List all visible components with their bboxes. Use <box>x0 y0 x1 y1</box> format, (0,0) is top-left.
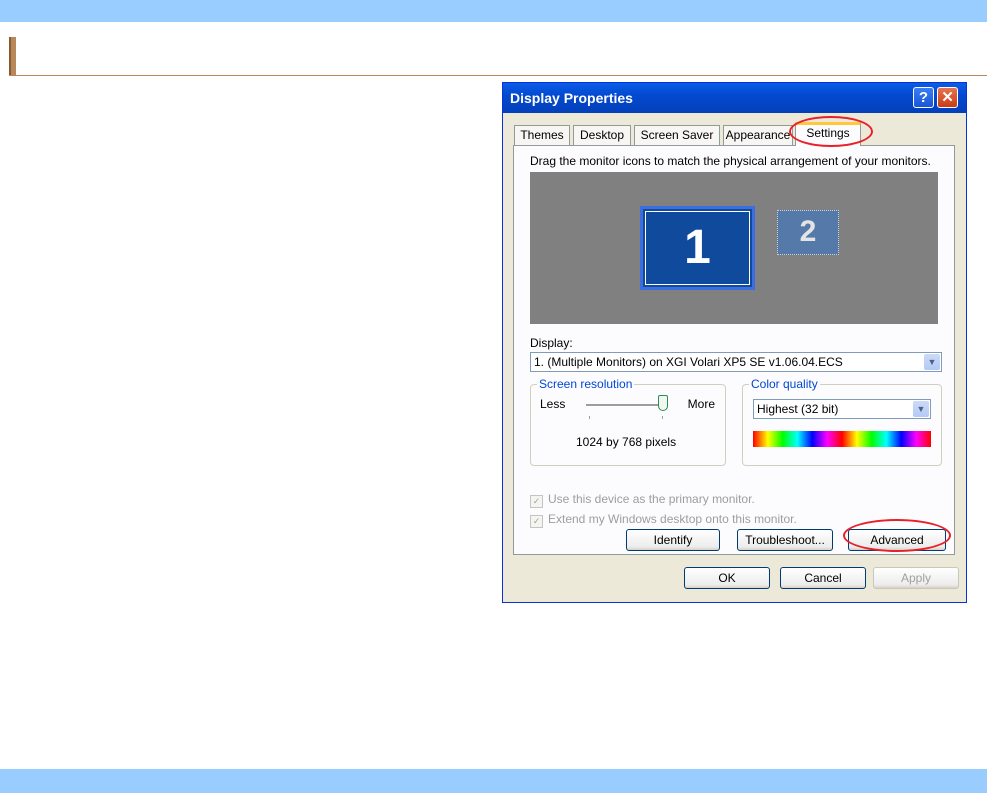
settings-panel: Drag the monitor icons to match the phys… <box>513 145 955 555</box>
tab-desktop[interactable]: Desktop <box>573 125 631 145</box>
tab-settings[interactable]: Settings <box>795 122 861 146</box>
resolution-slider-track[interactable] <box>586 404 668 407</box>
display-label: Display: <box>530 336 573 350</box>
title-bar[interactable]: Display Properties ? ✕ <box>503 83 966 113</box>
resolution-less-label: Less <box>540 397 566 411</box>
monitor-1-icon[interactable]: 1 <box>640 206 755 290</box>
tab-themes[interactable]: Themes <box>514 125 570 145</box>
monitor-arrangement-area: 1 2 <box>530 172 938 324</box>
resolution-slider-thumb[interactable] <box>658 395 668 411</box>
resolution-more-label: More <box>687 397 715 411</box>
monitor-instruction: Drag the monitor icons to match the phys… <box>530 154 931 168</box>
extend-desktop-label: Extend my Windows desktop onto this moni… <box>548 512 797 526</box>
color-quality-value: Highest (32 bit) <box>757 402 839 416</box>
display-select-value: 1. (Multiple Monitors) on XGI Volari XP5… <box>534 355 843 369</box>
slider-tick <box>662 416 663 419</box>
slider-tick <box>589 416 590 419</box>
monitor-2-icon[interactable]: 2 <box>777 210 839 255</box>
heading-rule <box>9 75 987 76</box>
identify-button[interactable]: Identify <box>626 529 720 551</box>
cancel-button[interactable]: Cancel <box>780 567 866 589</box>
color-quality-legend: Color quality <box>749 377 820 391</box>
troubleshoot-button[interactable]: Troubleshoot... <box>737 529 833 551</box>
resolution-value: 1024 by 768 pixels <box>576 435 677 449</box>
advanced-button[interactable]: Advanced <box>848 529 946 551</box>
display-properties-dialog: Display Properties ? ✕ Themes Desktop Sc… <box>502 82 967 603</box>
color-spectrum-preview <box>753 431 931 447</box>
close-button[interactable]: ✕ <box>937 87 958 108</box>
heading-marker <box>9 37 16 76</box>
display-select[interactable]: 1. (Multiple Monitors) on XGI Volari XP5… <box>530 352 942 372</box>
extend-desktop-checkbox-row[interactable]: ✓ Extend my Windows desktop onto this mon… <box>530 512 797 528</box>
color-quality-select[interactable]: Highest (32 bit) ▼ <box>753 399 931 419</box>
screen-resolution-group: Screen resolution Less More 1024 by 768 … <box>530 377 726 466</box>
help-button[interactable]: ? <box>913 87 934 108</box>
ok-button[interactable]: OK <box>684 567 770 589</box>
primary-monitor-checkbox-row[interactable]: ✓ Use this device as the primary monitor. <box>530 492 755 508</box>
primary-monitor-label: Use this device as the primary monitor. <box>548 492 755 506</box>
color-quality-group: Color quality Highest (32 bit) ▼ <box>742 377 942 466</box>
top-band <box>0 0 987 22</box>
dialog-title: Display Properties <box>510 90 633 106</box>
primary-monitor-checkbox[interactable]: ✓ <box>530 495 543 508</box>
extend-desktop-checkbox[interactable]: ✓ <box>530 515 543 528</box>
bottom-band <box>0 769 987 793</box>
apply-button[interactable]: Apply <box>873 567 959 589</box>
tab-screen-saver[interactable]: Screen Saver <box>634 125 720 145</box>
chevron-down-icon[interactable]: ▼ <box>924 354 940 370</box>
screen-resolution-legend: Screen resolution <box>537 377 635 391</box>
chevron-down-icon[interactable]: ▼ <box>913 401 929 417</box>
tab-appearance[interactable]: Appearance <box>723 125 793 145</box>
